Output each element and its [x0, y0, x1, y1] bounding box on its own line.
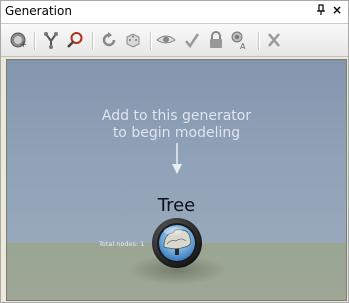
remove-x-icon[interactable]	[264, 30, 284, 50]
svg-text:A: A	[240, 42, 246, 50]
panel-titlebar: Generation ×	[1, 1, 348, 24]
toolbar-separator	[258, 32, 260, 50]
total-nodes-text: Total nodes: 1	[99, 240, 145, 248]
down-arrow-icon	[171, 143, 183, 179]
node-label: Tree	[157, 195, 196, 216]
eye-icon[interactable]	[156, 30, 176, 50]
check-icon[interactable]	[182, 30, 202, 50]
panel-title: Generation	[5, 4, 72, 18]
toolbar-separator	[150, 32, 152, 50]
generator-viewport[interactable]: Add to this generator to begin modeling …	[6, 59, 347, 301]
generation-panel: Generation × + A Add to this generator t…	[0, 0, 349, 303]
toolbar-separator	[34, 32, 36, 50]
pin-icon[interactable]	[316, 4, 326, 19]
hint-line-2: to begin modeling	[112, 125, 241, 141]
tree-node[interactable]	[151, 217, 203, 269]
branch-icon[interactable]	[41, 30, 61, 50]
parameters-icon[interactable]: A	[230, 30, 250, 50]
generation-toolbar: + A	[1, 24, 348, 57]
magnifier-icon[interactable]	[65, 30, 85, 50]
close-icon[interactable]: ×	[332, 3, 342, 17]
cycle-icon[interactable]	[99, 30, 119, 50]
empty-generator-hint: Add to this generator to begin modeling	[7, 108, 346, 142]
random-dice-icon[interactable]	[123, 30, 143, 50]
toolbar-separator	[92, 32, 94, 50]
hint-line-1: Add to this generator	[101, 108, 252, 124]
lock-icon[interactable]	[206, 30, 226, 50]
tree-icon	[152, 218, 202, 268]
svg-text:+: +	[20, 40, 28, 49]
add-node-icon[interactable]: +	[8, 30, 28, 50]
